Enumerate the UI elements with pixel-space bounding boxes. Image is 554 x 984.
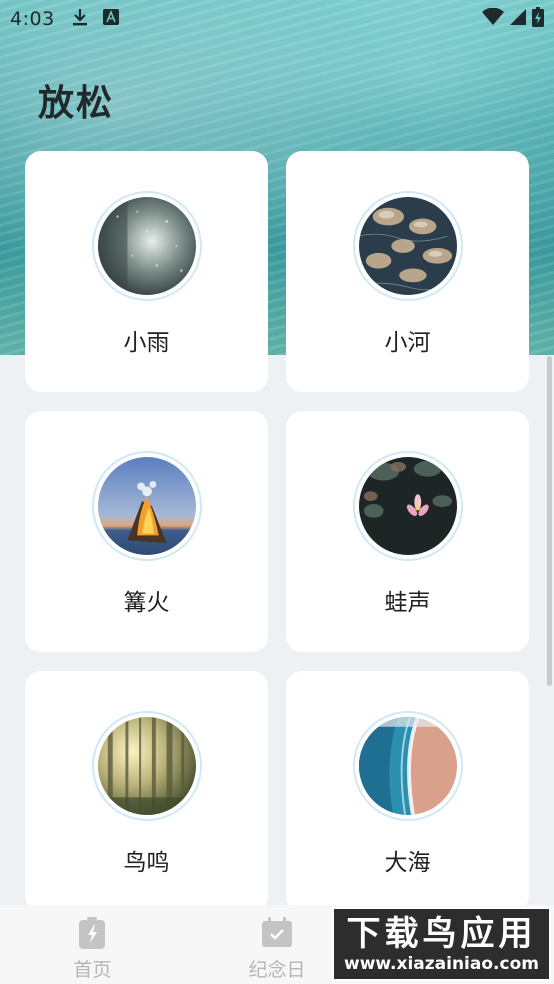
signal-icon bbox=[509, 8, 527, 31]
wifi-icon bbox=[482, 7, 504, 31]
forest-image bbox=[98, 717, 196, 815]
status-bar: 4:03 bbox=[0, 0, 554, 38]
watermark-url: www.xiazainiao.com bbox=[344, 954, 539, 974]
campfire-image bbox=[98, 457, 196, 555]
sound-card-label: 大海 bbox=[384, 850, 431, 876]
sound-thumbnail bbox=[353, 711, 463, 821]
sound-card-campfire[interactable]: 篝火 bbox=[25, 411, 268, 652]
download-icon bbox=[71, 7, 89, 32]
sound-card-label: 蛙声 bbox=[384, 590, 431, 616]
sound-card-rain[interactable]: 小雨 bbox=[25, 151, 268, 392]
battery-icon bbox=[532, 6, 544, 32]
lotus-pond-image bbox=[359, 457, 457, 555]
beach-waves-image bbox=[359, 717, 457, 815]
sound-thumbnail bbox=[92, 451, 202, 561]
sound-card-label: 小雨 bbox=[123, 330, 170, 356]
battery-bolt-icon bbox=[79, 917, 106, 953]
sound-card-label: 篝火 bbox=[123, 590, 170, 616]
sound-card-label: 小河 bbox=[384, 330, 431, 356]
sound-thumbnail bbox=[353, 191, 463, 301]
sound-thumbnail bbox=[92, 711, 202, 821]
scrollbar[interactable] bbox=[547, 356, 552, 686]
rain-window-image bbox=[98, 197, 196, 295]
sound-thumbnail bbox=[353, 451, 463, 561]
sound-card-label: 鸟鸣 bbox=[123, 850, 170, 876]
sound-card-sea[interactable]: 大海 bbox=[286, 671, 529, 912]
page-title: 放松 bbox=[38, 83, 115, 124]
a-icon bbox=[102, 8, 119, 30]
watermark-title: 下载鸟应用 bbox=[346, 914, 537, 954]
river-stones-image bbox=[359, 197, 457, 295]
tab-label: 首页 bbox=[73, 959, 112, 981]
tab-home[interactable]: 首页 bbox=[0, 905, 185, 984]
sound-card-birds[interactable]: 鸟鸣 bbox=[25, 671, 268, 912]
sound-thumbnail bbox=[92, 191, 202, 301]
watermark-logo: 下载鸟应用 www.xiazainiao.com bbox=[332, 907, 551, 981]
calendar-check-icon bbox=[262, 917, 292, 951]
status-time: 4:03 bbox=[10, 8, 55, 30]
sound-card-river[interactable]: 小河 bbox=[286, 151, 529, 392]
sound-card-frog[interactable]: 蛙声 bbox=[286, 411, 529, 652]
